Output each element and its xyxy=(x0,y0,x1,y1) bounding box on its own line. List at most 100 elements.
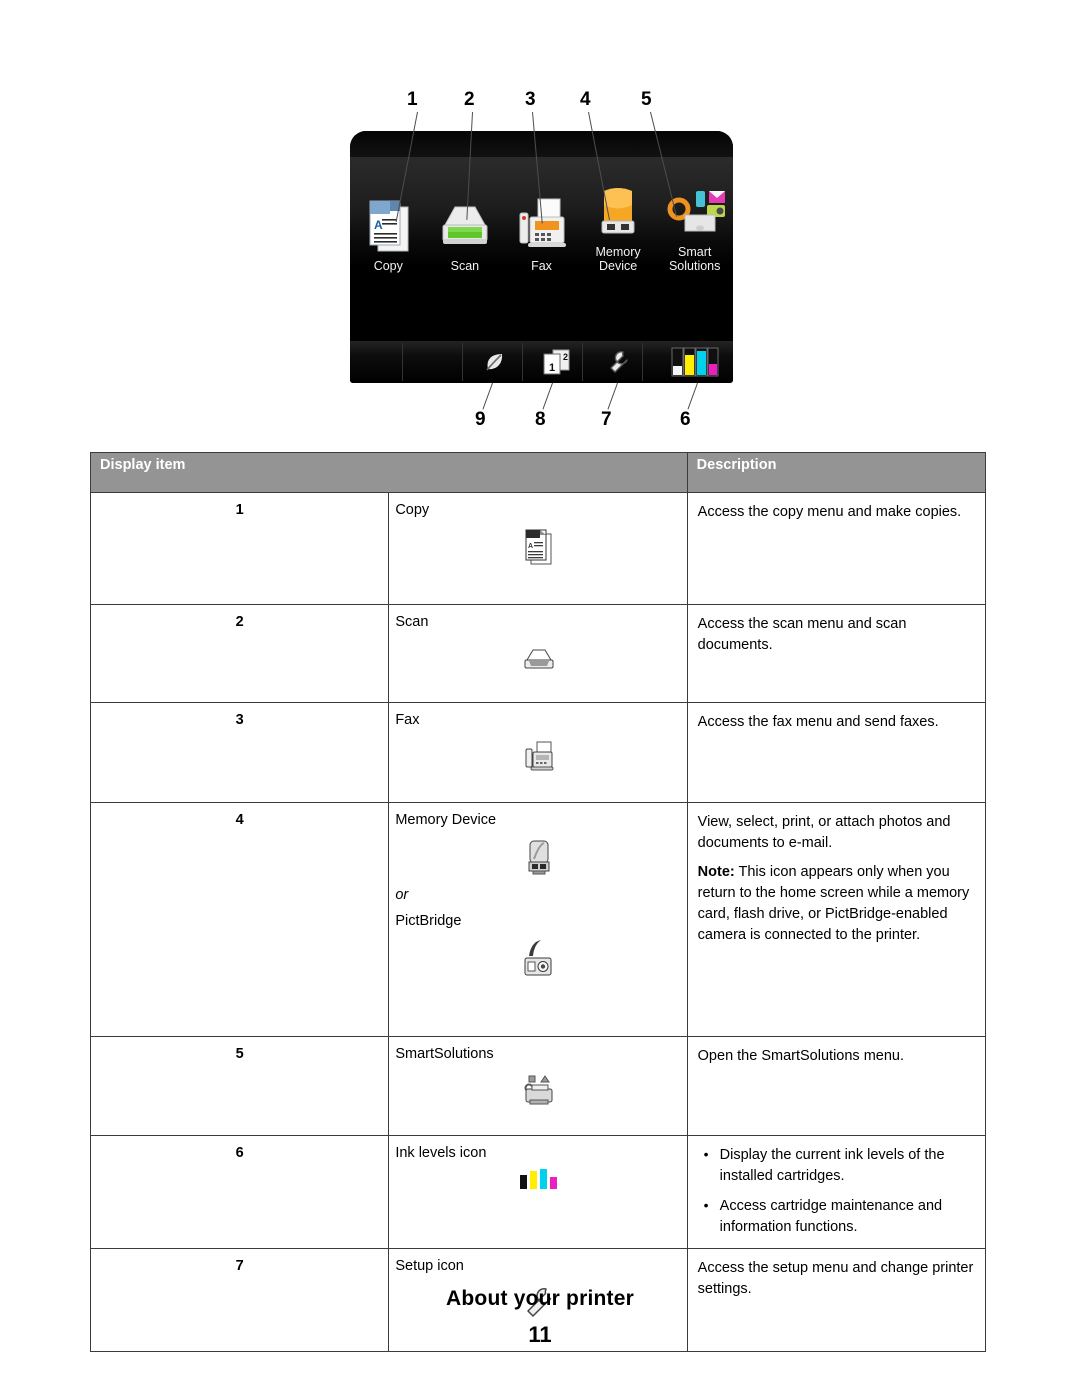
two-sided-icon[interactable]: 1 2 xyxy=(536,347,578,377)
footer-section-title: About your printer xyxy=(446,1287,634,1310)
row-item-cell: Fax xyxy=(388,702,688,803)
pictbridge-camera-icon xyxy=(395,938,682,980)
row-item-label: Fax xyxy=(395,712,420,728)
display-taskbar: 1 2 xyxy=(350,341,733,383)
description-text: Access the fax menu and send faxes. xyxy=(697,714,939,730)
description-text: View, select, print, or attach photos an… xyxy=(697,814,951,851)
callout-number-4: 4 xyxy=(580,89,591,110)
printer-display-figure: A Copy Scan Fax Memory Device Smart Solu… xyxy=(0,0,1080,440)
description-note: Note: This icon appears only when you re… xyxy=(698,862,975,946)
table-row: 1 Copy A Access the copy menu and make c… xyxy=(89,492,987,605)
row-item-cell: Copy A xyxy=(388,492,688,605)
description-text: Open the SmartSolutions menu. xyxy=(697,1048,904,1064)
svg-text:2: 2 xyxy=(563,352,568,362)
row-item-label: Ink levels icon xyxy=(395,1145,487,1161)
setup-wrench-icon[interactable] xyxy=(602,347,636,377)
row-item-label: Memory Device xyxy=(395,812,497,828)
copy-document-icon: A xyxy=(395,527,682,567)
callout-number-6: 6 xyxy=(680,409,691,430)
home-item-memory-device[interactable]: Memory Device xyxy=(581,179,655,273)
svg-text:1: 1 xyxy=(549,362,555,374)
home-icon-row: A Copy Scan Fax Memory Device Smart Solu… xyxy=(350,179,733,273)
table-row: 6 Ink levels icon Display the current in… xyxy=(89,1135,987,1249)
callout-number-5: 5 xyxy=(641,89,652,110)
row-number: 5 xyxy=(89,1036,390,1136)
table-row: 4 Memory Device or PictBridge View, sele… xyxy=(89,802,987,1037)
description-bullet: Access cartridge maintenance and informa… xyxy=(704,1195,975,1238)
taskbar-divider xyxy=(642,343,643,381)
callout-number-3: 3 xyxy=(525,89,536,110)
row-description-cell: Access the fax menu and send faxes. xyxy=(686,702,987,803)
footer-page-number: 11 xyxy=(528,1322,552,1347)
home-item-label: Copy xyxy=(373,259,403,273)
note-label: Note: xyxy=(697,864,735,880)
ink-levels-icon[interactable] xyxy=(668,347,722,377)
description-text: Access the scan menu and scan documents. xyxy=(697,616,907,653)
display-items-table: Display item Description 1 Copy A Access… xyxy=(89,452,987,1352)
scan-icon xyxy=(428,193,502,255)
description-bullet: Display the current ink levels of the in… xyxy=(704,1144,975,1187)
table-row: 5 SmartSolutions Open the SmartSolutions… xyxy=(89,1036,987,1136)
table-row: 2 Scan Access the scan menu and scan doc… xyxy=(89,604,987,703)
home-item-label: Memory Device xyxy=(595,245,641,273)
row-number: 3 xyxy=(89,702,390,803)
svg-text:A: A xyxy=(528,543,533,550)
row-item-or-label: or xyxy=(395,887,409,903)
row-number: 4 xyxy=(89,802,390,1037)
ink-levels-bars-icon xyxy=(395,1167,682,1191)
row-item-cell: SmartSolutions xyxy=(388,1036,688,1136)
taskbar-divider xyxy=(462,343,463,381)
row-item-cell: Memory Device or PictBridge xyxy=(388,802,688,1037)
memory-device-icon xyxy=(581,179,655,241)
callout-leader-line xyxy=(607,382,618,410)
panel-top-bezel xyxy=(350,131,733,157)
description-text: Access the copy menu and make copies. xyxy=(697,504,962,520)
callout-number-8: 8 xyxy=(535,409,546,430)
eco-mode-icon[interactable] xyxy=(478,347,512,377)
row-description-cell: Access the copy menu and make copies. xyxy=(686,492,987,605)
column-header-description: Description xyxy=(686,452,987,493)
home-item-fax[interactable]: Fax xyxy=(504,193,578,273)
printer-control-panel-display: A Copy Scan Fax Memory Device Smart Solu… xyxy=(350,131,733,383)
smart-solutions-printer-icon xyxy=(395,1071,682,1111)
column-header-display-item: Display item xyxy=(90,452,688,493)
callout-leader-line xyxy=(482,382,493,410)
row-item-cell: Ink levels icon xyxy=(388,1135,688,1249)
home-item-label: Smart Solutions xyxy=(668,245,721,273)
row-description-cell: Display the current ink levels of the in… xyxy=(686,1135,987,1249)
row-item-label: Scan xyxy=(395,614,429,630)
description-bullet-list: Display the current ink levels of the in… xyxy=(698,1144,975,1238)
row-description-cell: Open the SmartSolutions menu. xyxy=(686,1036,987,1136)
callout-number-7: 7 xyxy=(601,409,612,430)
row-number: 1 xyxy=(89,492,390,605)
taskbar-divider xyxy=(522,343,523,381)
row-item-alt-label: PictBridge xyxy=(395,913,462,929)
copy-icon: A xyxy=(351,193,425,255)
row-description-cell: Access the scan menu and scan documents. xyxy=(686,604,987,703)
home-item-label: Fax xyxy=(531,259,552,273)
callout-number-2: 2 xyxy=(464,89,475,110)
fax-machine-icon xyxy=(395,737,682,777)
note-text: This icon appears only when you return t… xyxy=(697,864,970,943)
usb-flash-drive-icon xyxy=(395,837,682,877)
home-item-smart-solutions[interactable]: Smart Solutions xyxy=(658,179,732,273)
callout-leader-line xyxy=(542,382,553,410)
row-item-cell: Scan xyxy=(388,604,688,703)
row-number: 2 xyxy=(89,604,390,703)
callout-number-1: 1 xyxy=(407,89,418,110)
svg-text:A: A xyxy=(374,218,383,232)
fax-icon xyxy=(504,193,578,255)
home-item-copy[interactable]: A Copy xyxy=(351,193,425,273)
taskbar-divider xyxy=(582,343,583,381)
row-description-cell: View, select, print, or attach photos an… xyxy=(686,802,987,1037)
callout-number-9: 9 xyxy=(475,409,486,430)
callout-leader-line xyxy=(687,382,698,410)
table-header-row: Display item Description xyxy=(90,452,987,493)
home-item-scan[interactable]: Scan xyxy=(428,193,502,273)
scanner-icon xyxy=(395,639,682,679)
row-item-label: SmartSolutions xyxy=(395,1046,494,1062)
row-item-label: Copy xyxy=(395,502,430,518)
row-number: 6 xyxy=(89,1135,390,1249)
table-row: 3 Fax Access the fax menu and send faxes… xyxy=(89,702,987,803)
row-item-label: Setup icon xyxy=(395,1258,464,1274)
